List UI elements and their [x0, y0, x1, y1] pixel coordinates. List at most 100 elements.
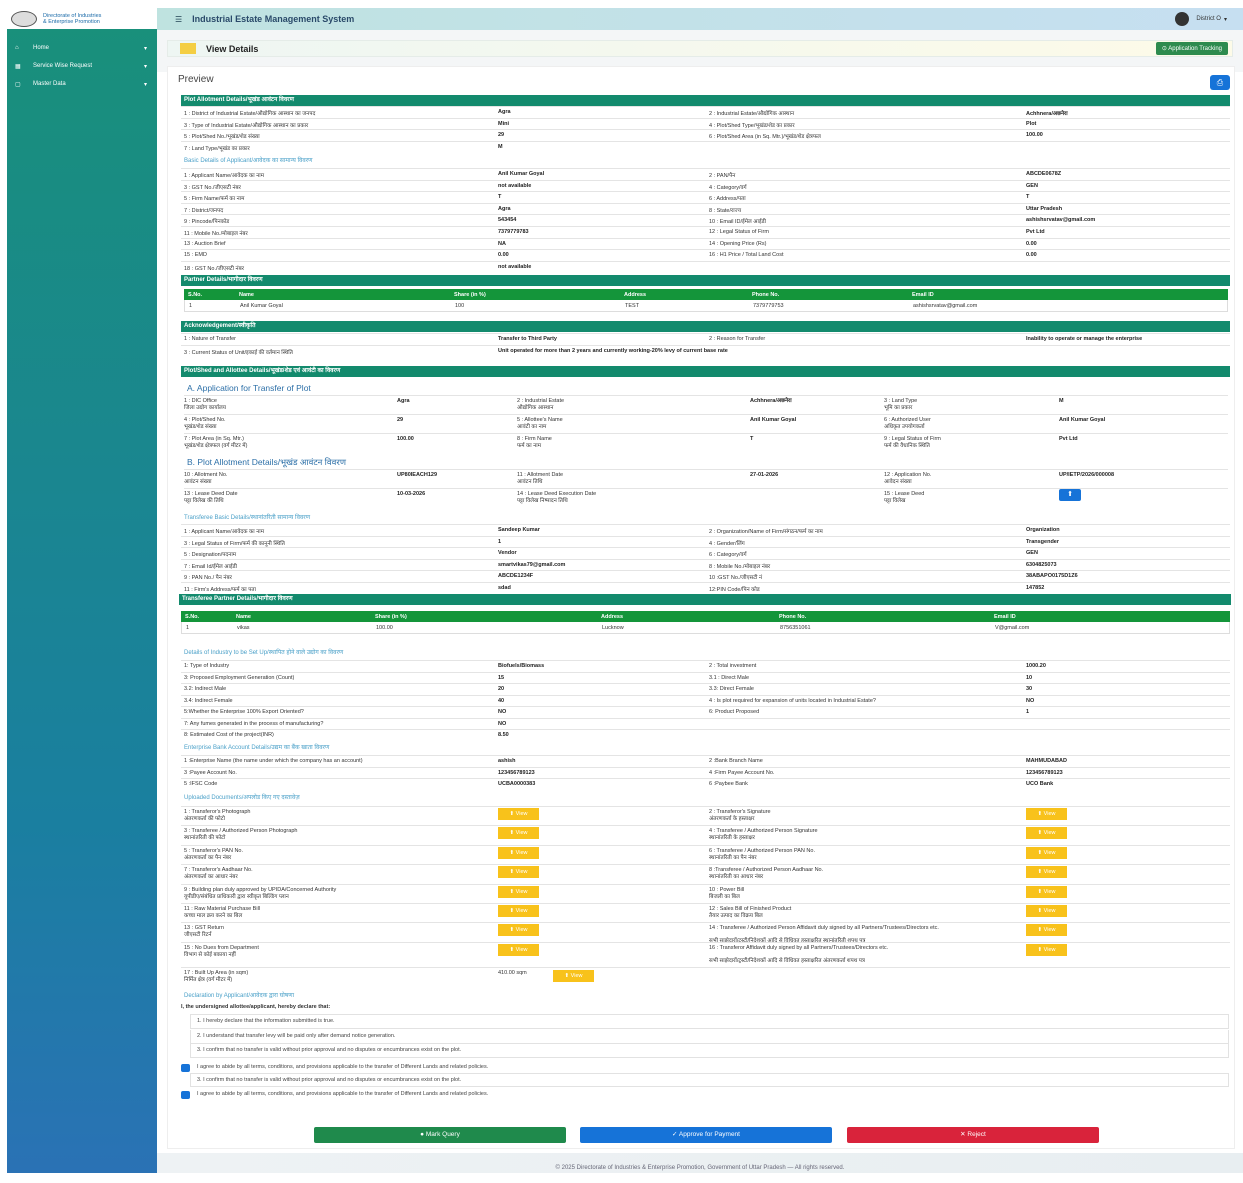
column-header: Share (in %)	[454, 292, 486, 298]
field-value: NA	[498, 240, 506, 247]
document-row: 11 : Raw Material Purchase Bill कच्चा माल…	[181, 903, 1230, 923]
view-document-button[interactable]: ⬆ View	[1026, 943, 1067, 956]
info-row: 5 : Firm Name/फर्म का नाम T 6 : Address/पत…	[181, 191, 1230, 203]
field-value: Transgender	[1026, 538, 1060, 545]
reject-label: Reject	[967, 1131, 986, 1138]
view-document-button[interactable]: ⬆ View	[1026, 827, 1067, 840]
column-header: Phone No.	[779, 614, 807, 620]
chevron-down-icon: ▾	[1223, 16, 1227, 23]
view-document-button[interactable]: ⬆ View	[498, 943, 539, 956]
field-value: 543454	[498, 217, 517, 224]
detail-row: 10 : Allotment No. आवंटन संख्या UP80IEACH1…	[184, 469, 1228, 488]
sidebar-item-service-wise-request[interactable]: ▦ Service Wise Request ▾	[7, 57, 157, 75]
agree-checkbox[interactable]	[181, 1064, 190, 1072]
field-value: 15	[498, 674, 505, 681]
sidebar-item-home[interactable]: ⌂ Home ▾	[7, 39, 157, 57]
document-label-hindi: जीएसटी रिटर्न	[184, 932, 212, 939]
info-row: 7 : District/जनपद Agra 8 : State/राज्य Utta…	[181, 202, 1230, 215]
field-label: 1 :Enterprise Name (the name under which…	[184, 758, 363, 764]
field-label: 7 : Email Id/ईमेल आईडी	[184, 563, 237, 570]
view-document-button[interactable]: ⬆ View	[498, 827, 539, 840]
user-menu[interactable]: District O ▾	[1175, 12, 1227, 26]
info-row: 5 : Plot/Shed No./भूखंड/शेड संख्या 29 6 : …	[181, 129, 1230, 141]
folder-icon	[180, 43, 196, 54]
field-value: 1	[1026, 709, 1030, 715]
declaration-item: 3. I confirm that no transfer is valid w…	[190, 1044, 1229, 1058]
field-label: 6: Product Proposed	[709, 709, 760, 715]
field-value: 123456789123	[1026, 769, 1063, 776]
view-document-button[interactable]: ⬆ View	[498, 924, 539, 937]
document-row: 1 : Transferor's Photograph अंतरणकर्ता की…	[181, 806, 1230, 826]
field-label: 6 : Authorized User	[884, 417, 931, 423]
view-document-button[interactable]: ⬆ View	[1026, 846, 1067, 859]
approve-for-payment-button[interactable]: ✓ Approve for Payment	[580, 1127, 832, 1143]
reject-button[interactable]: ✕ Reject	[847, 1127, 1099, 1143]
view-label: View	[1043, 927, 1056, 934]
field-value: 20	[498, 686, 505, 692]
avatar	[1175, 12, 1190, 26]
view-document-button[interactable]: ⬆ View	[498, 905, 539, 917]
field-label: 5 : Allottee's Name	[517, 417, 563, 423]
field-label: 4 : Gender/लिंग	[709, 540, 745, 547]
column-header: Name	[236, 614, 251, 620]
table-cell: 8756351061	[780, 625, 811, 631]
field-label: 14 : Opening Price (Rs)	[709, 240, 767, 247]
field-label: 2 : Organization/Name of Firm/संगठन/फर्म…	[709, 529, 823, 535]
lease-deed-upload-button[interactable]: ⬆	[1059, 489, 1081, 501]
view-label: View	[515, 830, 528, 837]
document-row: 15 : No Dues from Department विभाग से कोई…	[181, 941, 1230, 964]
view-details-bar: View Details ⊙ Application Tracking	[167, 40, 1233, 57]
view-document-button[interactable]: ⬆ View	[1026, 924, 1067, 937]
sidebar-item-master-data[interactable]: ▢ Master Data ▾	[7, 75, 157, 93]
field-value: 100.00	[1026, 132, 1043, 138]
field-value: Pvt Ltd	[1059, 436, 1078, 442]
document-label-hindi: अंतरणकर्ता का आधार नंबर	[184, 874, 238, 881]
table-cell: Anil Kumar Goyal	[240, 303, 283, 309]
mark-query-label: Mark Query	[425, 1131, 460, 1138]
view-document-button[interactable]: ⬆ View	[1026, 866, 1067, 879]
view-document-button[interactable]: ⬆ View	[1026, 808, 1067, 820]
field-value: Biofuels/Biomass	[498, 663, 545, 669]
info-row: 3 : Current Status of Unit/इकाई की वर्तम…	[181, 344, 1230, 357]
document-row: 13 : GST Return जीएसटी रिटर्न 14 : Transfe…	[181, 922, 1230, 944]
field-label-hindi: फर्म की वैधानिक स्थिति	[884, 443, 930, 449]
print-button[interactable]: ⎙	[1210, 75, 1230, 90]
menu-toggle-icon[interactable]: ☰	[175, 15, 182, 24]
field-value: Unit operated for more than 2 years and …	[498, 347, 728, 354]
view-document-button[interactable]: ⬆ View	[553, 970, 594, 982]
field-label: 4 : Plot/Shed No.	[184, 417, 226, 423]
field-label: 10 : Allotment No.	[184, 472, 228, 478]
view-label: View	[1043, 946, 1056, 953]
document-label: 3 : Transferee / Authorized Person Photo…	[184, 828, 298, 835]
subsection-header-industry: Details of Industry to be Set Up/स्थापित…	[184, 650, 344, 656]
field-label: 11 : Mobile No./मोबाइल नंबर	[184, 231, 248, 237]
field-label: 4 :Firm Payee Account No.	[709, 769, 775, 776]
application-tracking-button[interactable]: ⊙ Application Tracking	[1155, 42, 1228, 55]
field-label: 7: Any fumes generated in the process of…	[184, 720, 324, 727]
agree-checkbox[interactable]	[181, 1091, 190, 1099]
field-value: Agra	[397, 398, 410, 404]
field-label: 18 : GST No./जीएसटी नंबर	[184, 265, 244, 272]
folder-icon: ▢	[15, 81, 21, 88]
mark-query-button[interactable]: ● Mark Query	[314, 1127, 566, 1143]
field-value: 27-01-2026	[750, 472, 779, 478]
field-label: 3 : GST No./जीएसटी नंबर	[184, 184, 241, 191]
view-document-button[interactable]: ⬆ View	[498, 866, 539, 879]
view-document-button[interactable]: ⬆ View	[498, 846, 539, 859]
builtup-label-hindi: निर्मित क्षेत्र (वर्ग मीटर में)	[184, 977, 233, 983]
sidebar: Directorate of Industries & Enterprise Pr…	[7, 8, 157, 1173]
view-document-button[interactable]: ⬆ View	[1026, 885, 1067, 898]
field-value: smartvikas79@gmail.com	[498, 561, 566, 568]
document-label: 16 : Transferor Affidavit duly signed by…	[709, 944, 889, 951]
field-label: 11 : Firm's Address/फर्म का पता	[184, 587, 256, 593]
field-label-hindi: औद्योगिक आस्थान	[517, 405, 554, 411]
view-document-button[interactable]: ⬆ View	[498, 808, 539, 820]
view-document-button[interactable]: ⬆ View	[1026, 905, 1067, 917]
info-row: 1 : District of Industrial Estate/औद्योग…	[181, 106, 1230, 118]
view-document-button[interactable]: ⬆ View	[498, 885, 539, 898]
info-row: 7 : Email Id/ईमेल आईडी smartvikas79@gmail…	[181, 558, 1230, 571]
info-row: 3 :Payee Account No. 123456789123 4 :Firm …	[181, 766, 1230, 779]
field-value: 38ABAPO0175D1Z6	[1026, 573, 1078, 580]
field-value: ashish	[498, 758, 516, 764]
field-value: 7379779783	[498, 229, 529, 235]
